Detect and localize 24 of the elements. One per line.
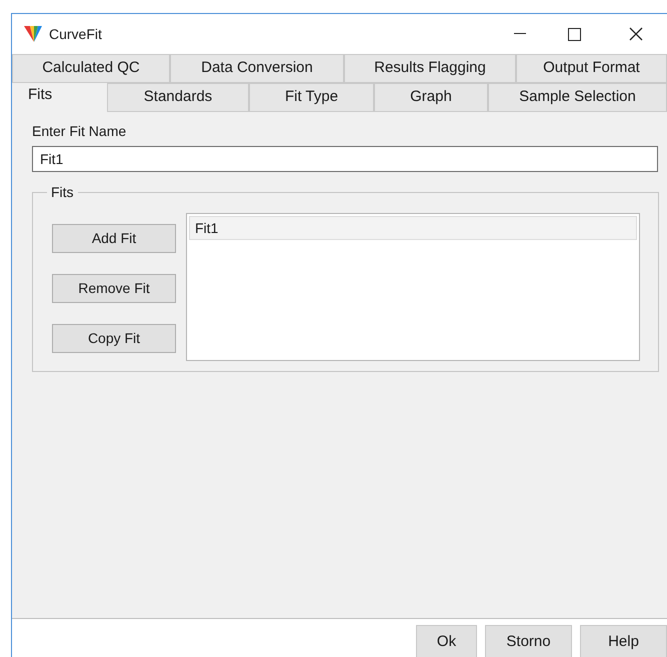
list-item[interactable]: Fit1: [189, 216, 637, 240]
dialog-button[interactable]: Ok: [416, 625, 477, 657]
tab[interactable]: Graph: [374, 83, 488, 112]
fit-action-button[interactable]: Copy Fit: [52, 324, 176, 353]
tab[interactable]: Fit Type: [249, 83, 374, 112]
tab[interactable]: Fits: [12, 83, 107, 112]
maximize-icon: [568, 28, 580, 40]
field-label: Enter Fit Name: [32, 122, 128, 141]
tab[interactable]: Output Format: [516, 54, 667, 83]
fit-action-button[interactable]: Add Fit: [52, 224, 176, 253]
tab[interactable]: Results Flagging: [344, 54, 516, 83]
tab[interactable]: Calculated QC: [12, 54, 170, 83]
close-icon: [629, 27, 643, 41]
window-title: CurveFit: [49, 24, 102, 44]
minimize-icon: [514, 33, 526, 35]
dialog-button[interactable]: Storno: [485, 625, 572, 657]
tab[interactable]: Data Conversion: [170, 54, 344, 83]
fit-name-field[interactable]: Fit1: [32, 146, 658, 172]
tab[interactable]: Sample Selection: [488, 83, 667, 112]
fit-action-button[interactable]: Remove Fit: [52, 274, 176, 303]
tab[interactable]: Standards: [107, 83, 249, 112]
app-logo-icon: [23, 24, 43, 44]
group-title: Fits: [50, 183, 75, 202]
dialog-button[interactable]: Help: [580, 625, 667, 657]
